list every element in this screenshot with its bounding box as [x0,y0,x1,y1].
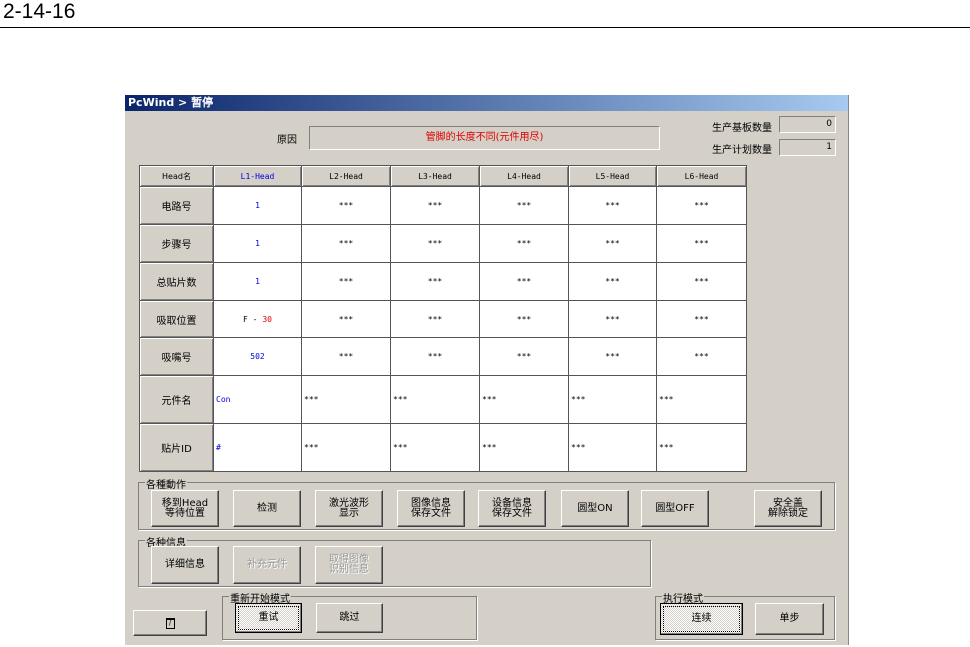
table-cell: *** [568,262,657,301]
row-header: 步骤号 [139,224,214,263]
table-cell: *** [390,337,480,376]
head-table: Head名 L1-Head L2-Head L3-Head L4-Head L5-Head… [139,165,747,472]
continuous-button[interactable]: 连续 [660,603,743,635]
table-cell: *** [390,186,480,225]
table-cell: *** [568,337,657,376]
unlock-safety-cover-button[interactable]: 安全盖 解除锁定 [754,490,822,527]
inspect-button[interactable]: 检测 [233,490,301,527]
details-button[interactable]: 详细信息 [151,546,219,584]
table-row: 元件名 Con *** *** *** *** *** [139,375,747,424]
row-header: 贴片ID [139,423,214,472]
row-header: 总贴片数 [139,262,214,301]
table-cell: *** [656,375,747,424]
table-cell: *** [390,375,480,424]
row-header: 吸嘴号 [139,337,214,376]
skip-button[interactable]: 跳过 [316,603,383,633]
table-cell: *** [568,423,657,472]
table-cell: *** [656,262,747,301]
table-cell: *** [568,300,657,338]
table-cell: *** [656,423,747,472]
table-header-row: Head名 L1-Head L2-Head L3-Head L4-Head L5-Head… [139,165,747,187]
row-header: 元件名 [139,375,214,424]
board-count-label: 生产基板数量 [712,123,772,134]
page-number: 2-14-16 [3,0,76,23]
table-cell: *** [301,423,391,472]
table-cell: *** [301,262,391,301]
table-cell: *** [656,186,747,225]
table-cell: *** [301,224,391,263]
header-rule [0,27,970,28]
table-cell: *** [479,337,569,376]
table-cell: *** [390,262,480,301]
table-cell: 1 [213,224,302,263]
table-cell: *** [656,337,747,376]
table-row: 总贴片数 1 *** *** *** *** *** [139,262,747,301]
table-cell: *** [568,224,657,263]
table-cell: *** [656,300,747,338]
table-cell: *** [301,186,391,225]
table-cell: *** [390,423,480,472]
reason-field: 管脚的长度不同(元件用尽) [309,126,660,150]
round-on-button[interactable]: 圆型ON [561,490,629,527]
column-header: L3-Head [390,165,480,187]
table-cell: 502 [213,337,302,376]
table-row: 贴片ID # *** *** *** *** *** [139,423,747,472]
title-bar: PcWind > 暂停 [125,95,848,111]
column-header: Head名 [139,165,214,187]
column-header: L1-Head [213,165,302,187]
table-cell: *** [390,224,480,263]
board-count-field: 0 [779,116,836,133]
table-cell: *** [656,224,747,263]
plan-count-label: 生产计划数量 [712,145,772,156]
table-row: 电路号 1 *** *** *** *** *** [139,186,747,225]
single-step-button[interactable]: 单步 [755,603,824,635]
table-cell: *** [390,300,480,338]
table-cell: *** [479,375,569,424]
table-cell: *** [301,300,391,338]
retry-button[interactable]: 重试 [235,603,302,633]
row-header: 电路号 [139,186,214,225]
plan-count-field: 1 [779,139,836,156]
table-row: 吸嘴号 502 *** *** *** *** *** [139,337,747,376]
column-header: L5-Head [568,165,657,187]
pause-dialog: PcWind > 暂停 原因 管脚的长度不同(元件用尽) 生产基板数量 0 生产… [125,95,849,645]
round-off-button[interactable]: 圆型OFF [641,490,709,527]
table-row: 步骤号 1 *** *** *** *** *** [139,224,747,263]
reason-label: 原因 [277,135,297,146]
row-header: 吸取位置 [139,300,214,338]
image-recognition-info-button[interactable]: 取得图像 识别信息 [315,546,383,584]
table-cell: *** [479,224,569,263]
table-cell: 1 [213,262,302,301]
table-cell: # [213,423,302,472]
column-header: L2-Head [301,165,391,187]
move-to-head-wait-button[interactable]: 移到Head 等待位置 [151,490,219,527]
table-cell: *** [479,300,569,338]
table-cell: *** [479,262,569,301]
table-cell: *** [479,186,569,225]
table-cell: *** [568,375,657,424]
actions-group-title: 各種動作 [145,476,187,491]
table-cell: *** [301,375,391,424]
save-device-info-button[interactable]: 设备信息 保存文件 [478,490,546,527]
table-cell: *** [479,423,569,472]
table-row: 吸取位置 F - 30 *** *** *** *** *** [139,300,747,338]
table-cell: F - 30 [213,300,302,338]
edit-icon: ∕ [165,617,175,629]
laser-waveform-button[interactable]: 激光波形 显示 [315,490,383,527]
table-cell: 1 [213,186,302,225]
save-image-info-button[interactable]: 图像信息 保存文件 [397,490,465,527]
table-cell: *** [301,337,391,376]
add-component-button[interactable]: 补充元件 [233,546,301,584]
cell-text: F - [243,314,263,324]
edit-button[interactable]: ∕ [133,610,207,636]
cell-value-suffix: 30 [262,314,272,324]
table-cell: Con [213,375,302,424]
column-header: L4-Head [479,165,569,187]
column-header: L6-Head [656,165,747,187]
table-cell: *** [568,186,657,225]
